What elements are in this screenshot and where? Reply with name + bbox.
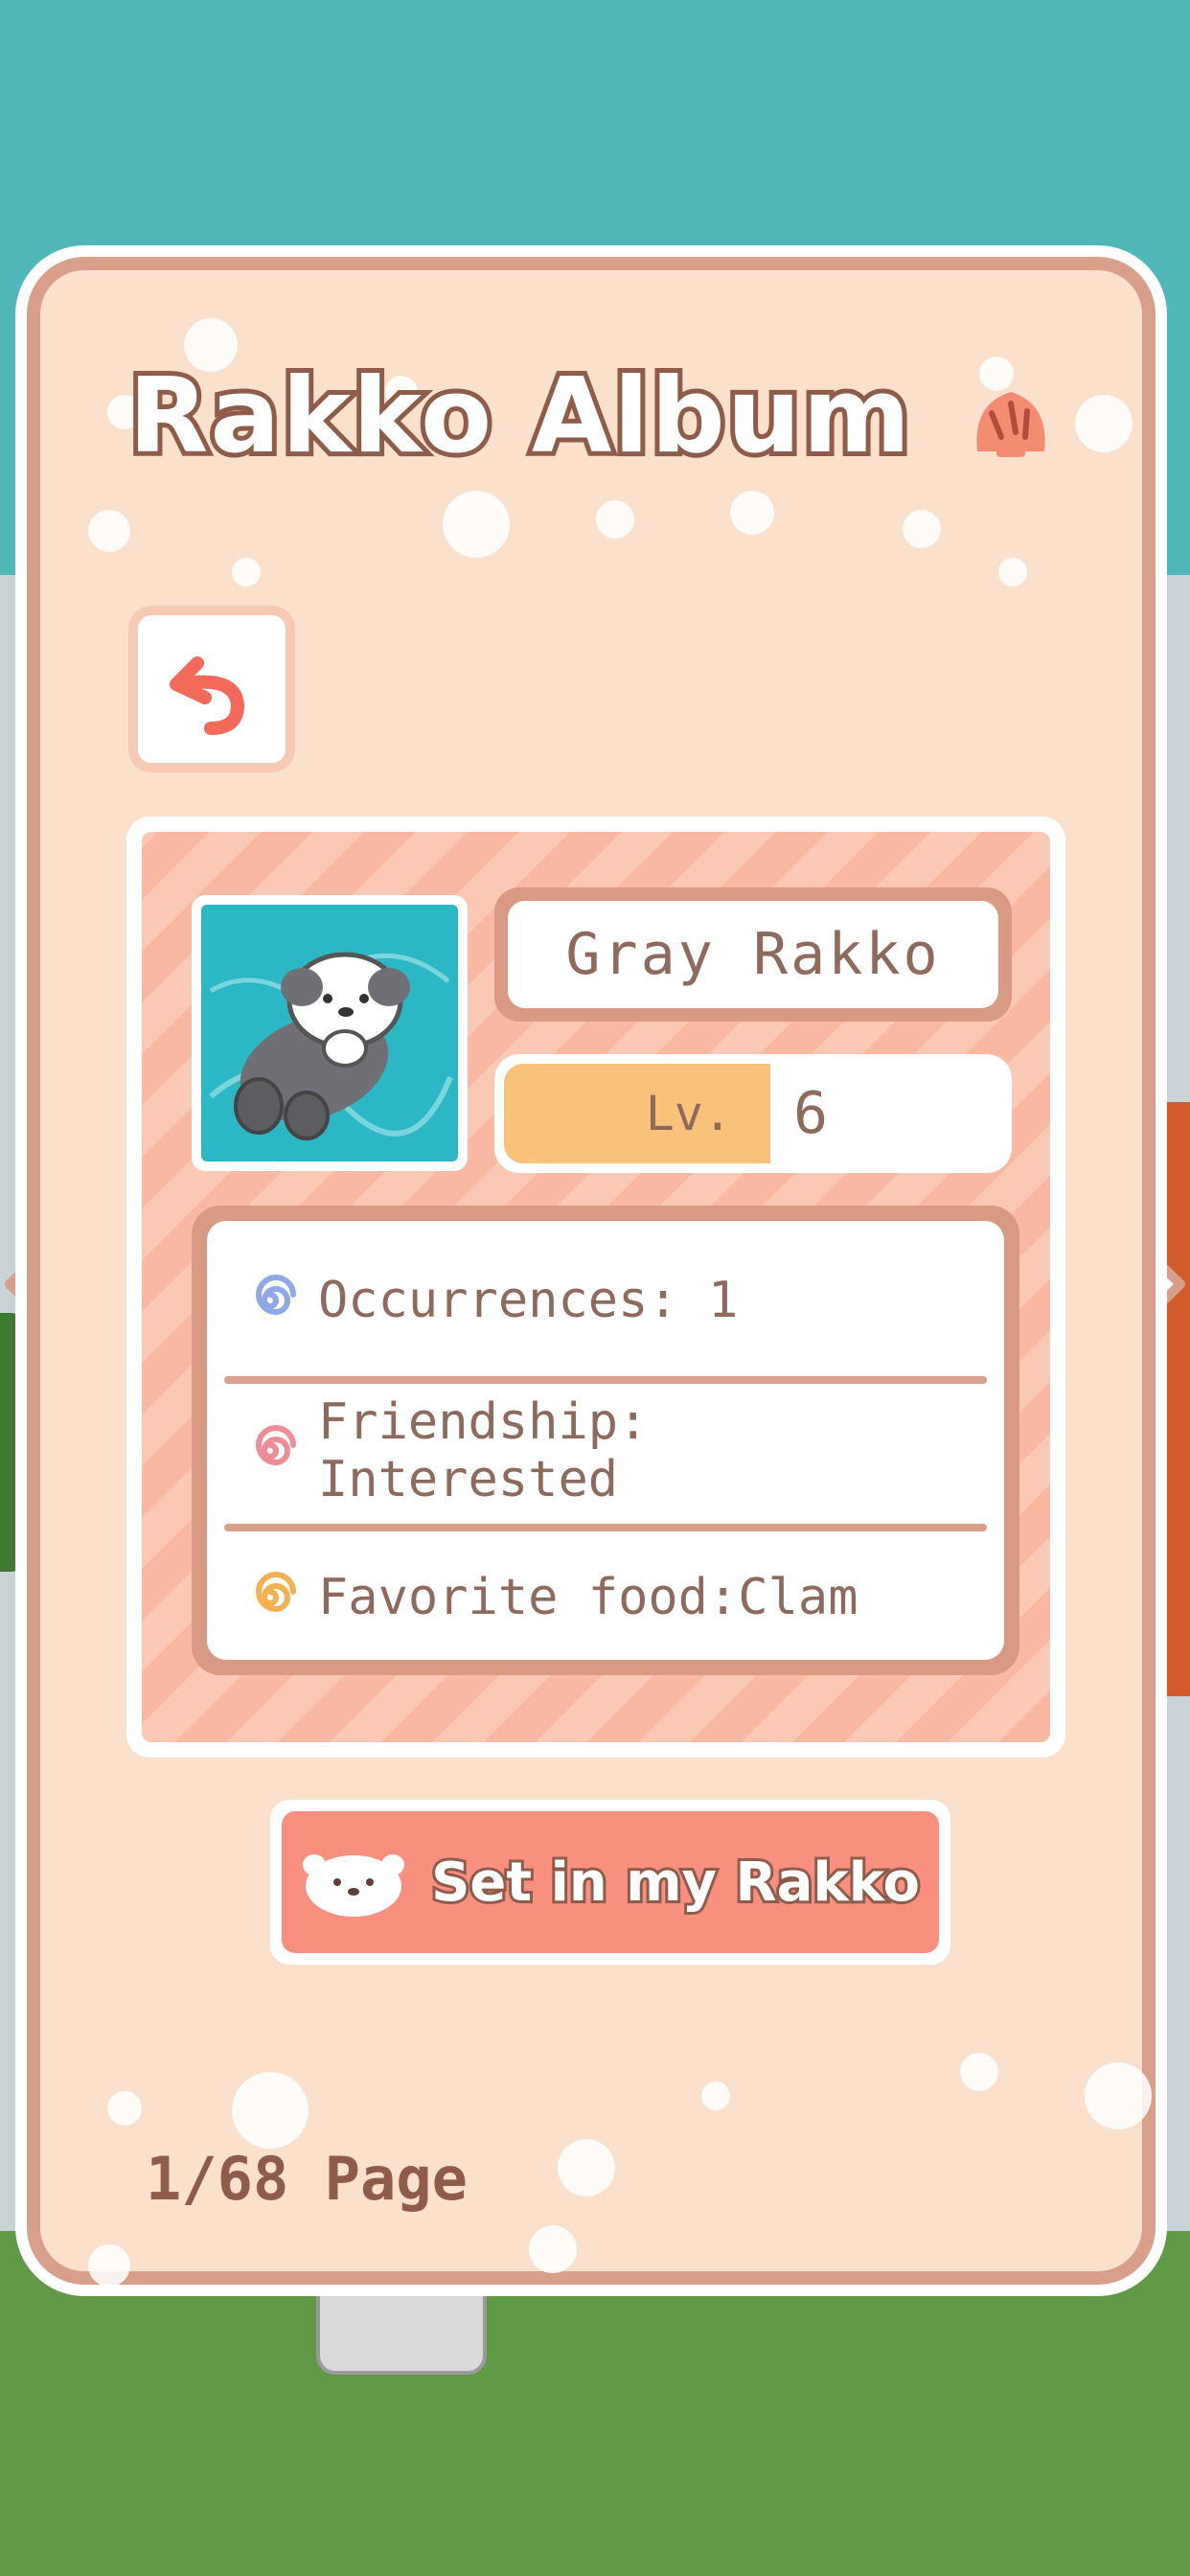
bubble-decoration [960,2053,998,2091]
album-panel: Rakko Album Gray Rakko Lv. 6 Occurrences… [27,257,1156,2287]
rakko-name: Gray Rakko [508,901,998,1008]
page-indicator: 1/68 Page [146,2144,468,2214]
bubble-decoration [88,510,130,552]
friendship-text: Friendship: Interested [318,1393,649,1508]
pink-swirl-icon [256,1425,296,1466]
undo-arrow-icon [170,656,245,735]
bubble-decoration [88,2244,130,2287]
back-button[interactable] [128,606,295,772]
stat-friendship: Friendship: Interested [243,1379,968,1523]
blue-swirl-icon [256,1275,296,1316]
rakko-info-card: Gray Rakko Lv. 6 Occurrences: 1 Friendsh… [126,816,1065,1758]
stat-favorite-food: Favorite food:Clam [243,1526,968,1669]
bubble-decoration [701,2082,730,2110]
set-in-my-rakko-button[interactable]: Set in my Rakko [270,1800,950,1965]
otter-face-icon [303,1854,405,1917]
bubble-decoration [903,510,941,548]
bubble-decoration [443,491,510,558]
rakko-name-box: Gray Rakko [494,887,1012,1022]
bubble-decoration [232,558,261,586]
rakko-portrait [192,895,468,1171]
bubble-decoration [558,2139,615,2196]
background-wall [1156,1102,1190,1696]
bubble-decoration [1085,2062,1152,2129]
card-striped-background: Gray Rakko Lv. 6 Occurrences: 1 Friendsh… [142,832,1050,1742]
stat-occurrences: Occurrences: 1 [243,1229,968,1372]
page-title: Rakko Album [40,352,1142,481]
bubble-decoration [596,500,634,539]
title-text: Rakko Album [124,352,915,481]
level-label: Lv. [504,1064,770,1163]
level-display: Lv. 6 [494,1054,1012,1173]
level-value: 6 [793,1080,829,1147]
bubble-decoration [998,558,1027,586]
bubble-decoration [529,2225,577,2273]
shell-icon [976,392,1045,458]
bubble-decoration [730,491,774,535]
occurrences-text: Occurrences: 1 [318,1272,739,1329]
gray-otter-image [209,952,453,1140]
bubble-decoration [232,2072,309,2149]
stats-box: Occurrences: 1 Friendship: Interested Fa… [192,1206,1019,1675]
orange-swirl-icon [256,1572,296,1613]
set-button-label: Set in my Rakko [428,1849,923,1917]
favorite-food-text: Favorite food:Clam [318,1569,858,1626]
bubble-decoration [107,2091,142,2126]
